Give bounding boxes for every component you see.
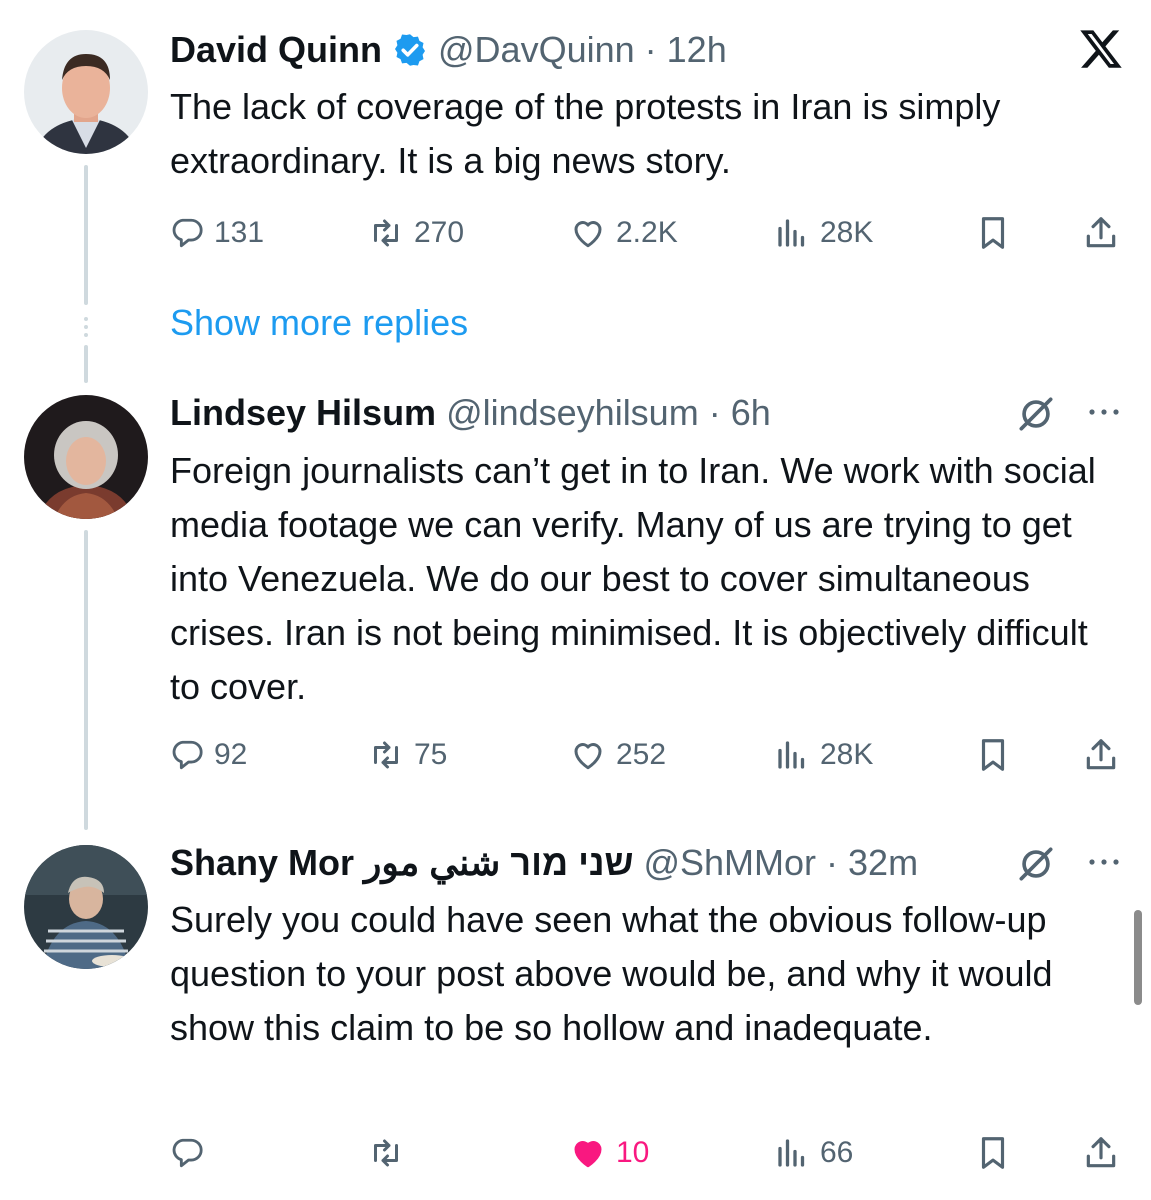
share-icon [1082, 1134, 1120, 1172]
reply-button[interactable]: 131 [170, 208, 264, 258]
reply-icon [170, 1136, 204, 1170]
like-button[interactable]: 2.2K [570, 208, 678, 258]
tweet-header: Lindsey Hilsum @lindseyhilsum · 6h [170, 388, 771, 438]
thread-line [84, 165, 88, 305]
avatar[interactable] [24, 30, 148, 154]
separator-dot: · [708, 392, 721, 433]
repost-button[interactable] [368, 1128, 414, 1178]
share-icon [1082, 214, 1120, 252]
views-button[interactable]: 66 [774, 1128, 853, 1178]
tweet-actions: 131 270 2.2K 28K [170, 208, 1121, 258]
tweet-time[interactable]: 12h [667, 29, 727, 71]
separator-dot: · [826, 842, 839, 883]
repost-button[interactable]: 75 [368, 730, 447, 780]
tweet-header: David Quinn @DavQuinn · 12h [170, 25, 727, 75]
author-handle[interactable]: @lindseyhilsum [446, 392, 699, 434]
bookmark-icon [974, 736, 1012, 774]
author-name[interactable]: Lindsey Hilsum [170, 392, 436, 434]
views-icon [774, 215, 810, 251]
repost-count: 270 [414, 216, 465, 249]
bookmark-icon [974, 214, 1012, 252]
author-handle[interactable]: @DavQuinn [438, 29, 635, 71]
more-options-icon[interactable] [1084, 400, 1124, 429]
bookmark-button[interactable] [974, 730, 1012, 780]
views-count: 66 [820, 1136, 854, 1169]
more-options-icon[interactable] [1084, 850, 1124, 879]
author-name[interactable]: Shany Mor שני מור شني مور [170, 842, 633, 884]
heart-icon [570, 215, 606, 251]
bookmark-button[interactable] [974, 1128, 1012, 1178]
tweet-text: Foreign journalists can’t get in to Iran… [170, 450, 1096, 707]
reply-icon [170, 738, 204, 772]
x-logo-icon[interactable] [1078, 26, 1124, 77]
show-more-replies-link[interactable]: Show more replies [170, 302, 468, 344]
grok-icon[interactable] [1014, 392, 1058, 441]
repost-button[interactable]: 270 [368, 208, 464, 258]
share-button[interactable] [1082, 730, 1120, 780]
bookmark-button[interactable] [974, 208, 1012, 258]
thread-dot [84, 333, 88, 337]
tweet-actions: 92 75 252 28K [170, 730, 1121, 780]
share-icon [1082, 736, 1120, 774]
views-button[interactable]: 28K [774, 730, 873, 780]
repost-count: 75 [414, 738, 448, 771]
like-button[interactable]: 10 [570, 1128, 649, 1178]
like-count: 10 [616, 1136, 650, 1169]
share-button[interactable] [1082, 1128, 1120, 1178]
thread-line [84, 530, 88, 830]
avatar[interactable] [24, 395, 148, 519]
reply-count: 92 [214, 738, 248, 771]
like-button[interactable]: 252 [570, 730, 666, 780]
repost-icon [368, 215, 404, 251]
author-handle[interactable]: @ShMMor [643, 842, 816, 884]
views-count: 28K [820, 216, 874, 249]
reply-icon [170, 216, 204, 250]
like-count: 2.2K [616, 216, 678, 249]
tweet-actions: 10 66 [170, 1128, 1121, 1178]
reply-count: 131 [214, 216, 265, 249]
bookmark-icon [974, 1134, 1012, 1172]
share-button[interactable] [1082, 208, 1120, 258]
views-icon [774, 737, 810, 773]
author-name[interactable]: David Quinn [170, 29, 382, 71]
grok-icon[interactable] [1014, 842, 1058, 891]
views-icon [774, 1135, 810, 1171]
thread-line [84, 345, 88, 383]
scrollbar[interactable] [1134, 910, 1142, 1005]
tweet-text: The lack of coverage of the protests in … [170, 86, 1001, 181]
reply-button[interactable]: 92 [170, 730, 247, 780]
like-count: 252 [616, 738, 667, 771]
views-count: 28K [820, 738, 874, 771]
verified-badge-icon [392, 32, 428, 68]
heart-icon [570, 737, 606, 773]
views-button[interactable]: 28K [774, 208, 873, 258]
separator-dot: · [644, 29, 657, 70]
tweet-time[interactable]: 32m [848, 842, 918, 884]
thread-dot [84, 317, 88, 321]
reply-button[interactable] [170, 1128, 214, 1178]
thread-dot [84, 325, 88, 329]
avatar[interactable] [24, 845, 148, 969]
tweet-text: Surely you could have seen what the obvi… [170, 899, 1053, 1048]
repost-icon [368, 737, 404, 773]
tweet-time[interactable]: 6h [731, 392, 771, 434]
heart-filled-icon [570, 1135, 606, 1171]
tweet-header: Shany Mor שני מור شني مور @ShMMor · 32m [170, 838, 918, 888]
repost-icon [368, 1135, 404, 1171]
